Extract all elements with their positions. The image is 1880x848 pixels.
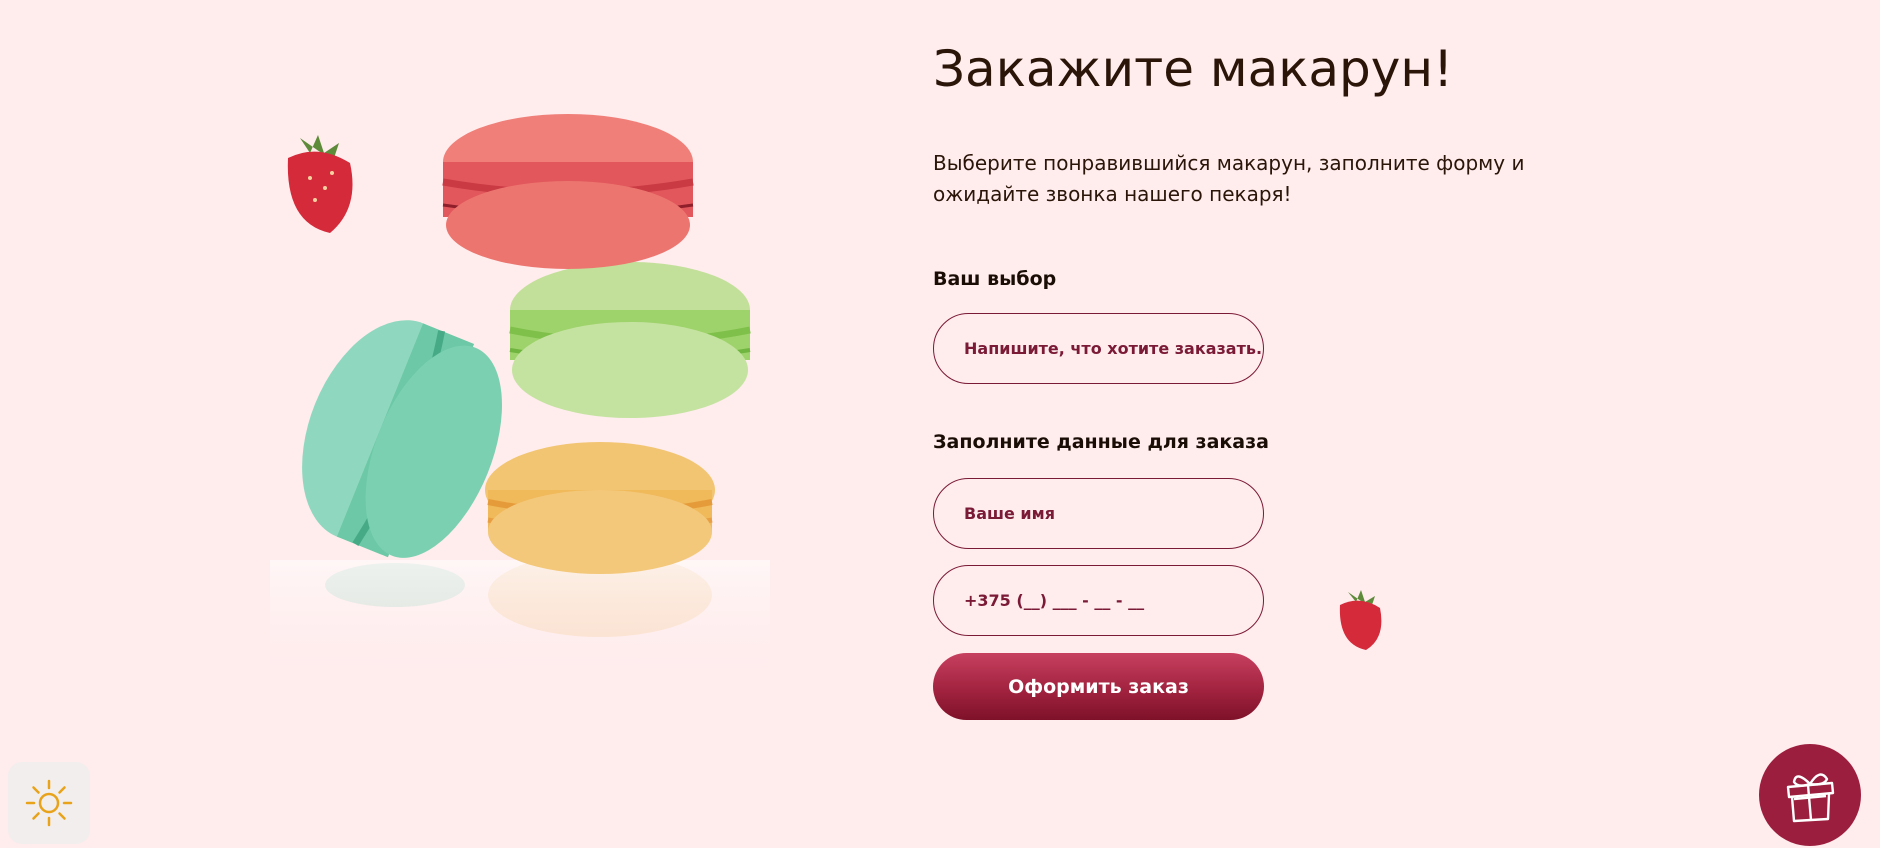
page-title: Закажите макарун! [933, 40, 1454, 98]
gift-button[interactable] [1759, 744, 1861, 846]
strawberry-image [1339, 590, 1382, 650]
page-subtitle: Выберите понравившийся макарун, заполнит… [933, 151, 1525, 206]
order-choice-input[interactable] [933, 313, 1264, 384]
strawberry-image [287, 135, 353, 233]
phone-input[interactable] [933, 565, 1264, 636]
order-data-label: Заполните данные для заказа [933, 431, 1269, 453]
name-input[interactable] [933, 478, 1264, 549]
choice-label: Ваш выбор [933, 268, 1057, 290]
sun-icon [25, 779, 73, 827]
gift-icon [1786, 773, 1835, 823]
submit-order-button[interactable]: Оформить заказ [933, 653, 1264, 720]
theme-toggle-button[interactable] [8, 762, 90, 844]
